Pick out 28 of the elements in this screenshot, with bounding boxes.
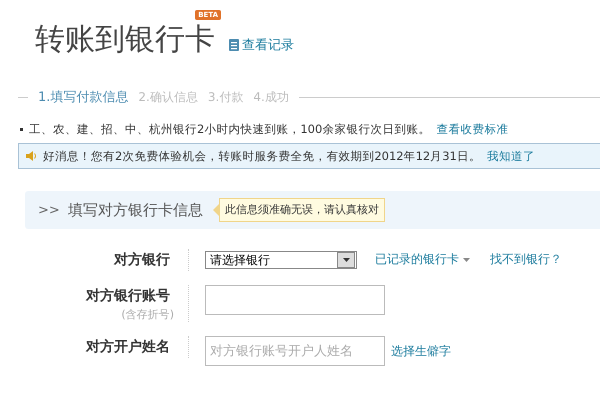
input-field[interactable]	[205, 285, 385, 315]
caret-icon	[463, 258, 470, 262]
step-label: 1.填写付款信息	[38, 89, 128, 106]
history-link[interactable]: 查看记录	[229, 36, 294, 54]
page-title: 转账到银行卡	[35, 22, 215, 58]
notice-text: 好消息！您有2次免费体验机会，转账时服务费全免，有效期到2012年12月31日。	[43, 148, 481, 164]
dismiss-link[interactable]: 我知道了	[486, 148, 535, 164]
info-text: 工、农、建、招、中、杭州银行2小时内快速到账，100余家银行次日到账。	[29, 122, 430, 137]
step-label: 3.付款	[208, 88, 244, 106]
text-link[interactable]: 选择生僻字	[391, 343, 451, 360]
field-label: 对方开户姓名	[86, 338, 170, 357]
document-icon	[229, 39, 239, 51]
text-link[interactable]: 已记录的银行卡	[375, 251, 470, 268]
field-label: 对方银行账号	[86, 286, 170, 306]
step-label: 2.确认信息	[138, 88, 198, 106]
input-field[interactable]: 对方银行账号开户人姓名	[205, 336, 385, 366]
arrow-text: >>	[38, 202, 60, 218]
bullet-icon	[20, 128, 23, 131]
caret-icon	[342, 258, 350, 262]
field-label: 对方银行	[114, 250, 170, 270]
speaker-icon	[25, 150, 37, 162]
field-hint: (含存折号)	[121, 307, 174, 322]
section-title: 填写对方银行卡信息	[68, 200, 203, 220]
fee-link[interactable]: 查看收费标准	[436, 122, 508, 137]
text-link[interactable]: 找不到银行？	[490, 251, 562, 268]
step-label: 4.成功	[253, 88, 289, 106]
bank-select[interactable]: 请选择银行	[205, 251, 357, 269]
tooltip: 此信息须准确无误，请认真核对	[218, 198, 385, 222]
